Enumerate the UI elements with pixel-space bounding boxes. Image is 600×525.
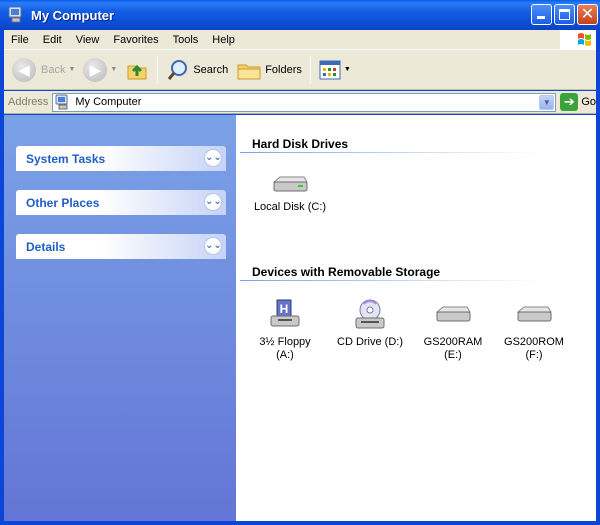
drive-gs200rom-f[interactable]: GS200ROM (F:): [499, 298, 569, 362]
back-dropdown-icon[interactable]: ▼: [68, 66, 75, 73]
task-group-details[interactable]: Details ⌄⌄: [16, 234, 226, 259]
drive-label: GS200ROM: [504, 336, 564, 348]
drive-label: CD Drive (D:): [337, 336, 403, 348]
forward-arrow-icon: ▶: [83, 57, 108, 82]
up-button[interactable]: [121, 53, 153, 87]
removable-drive-icon: [435, 306, 471, 322]
back-button[interactable]: ◀ Back ▼: [8, 53, 79, 87]
go-arrow-icon: ➔: [560, 93, 579, 111]
task-pane: System Tasks ⌄⌄ Other Places ⌄⌄ Details …: [4, 115, 236, 521]
removable-drive-icon: [516, 306, 552, 322]
search-button[interactable]: Search: [162, 53, 232, 87]
toolbar-separator: [309, 55, 311, 84]
standard-toolbar: ◀ Back ▼ ▶ ▼ Search Folders ▼: [4, 50, 596, 90]
folders-label: Folders: [265, 63, 302, 76]
search-label: Search: [193, 63, 229, 76]
minimize-icon: [537, 16, 545, 19]
svg-text:H: H: [280, 302, 289, 316]
go-button[interactable]: ➔ Go: [560, 93, 596, 111]
task-group-label: Details: [26, 239, 66, 254]
window-controls: ✕: [531, 4, 598, 25]
section-divider: [240, 280, 540, 281]
drive-label: 3½ Floppy: [259, 336, 311, 348]
window-title: My Computer: [31, 7, 115, 23]
views-icon: [319, 60, 341, 79]
task-group-label: Other Places: [26, 195, 100, 210]
drive-label: GS200RAM: [423, 336, 483, 348]
task-group-system-tasks[interactable]: System Tasks ⌄⌄: [16, 146, 226, 171]
menu-file[interactable]: File: [4, 34, 36, 46]
menu-bar: File Edit View Favorites Tools Help: [4, 30, 596, 50]
menu-help[interactable]: Help: [205, 34, 242, 46]
back-arrow-icon: ◀: [12, 57, 36, 82]
address-value: My Computer: [75, 96, 142, 108]
my-computer-icon: [55, 94, 68, 110]
address-dropdown-icon[interactable]: ▼: [539, 94, 555, 110]
address-input[interactable]: My Computer ▼: [52, 92, 557, 112]
menu-tools[interactable]: Tools: [166, 34, 206, 46]
hard-disk-icon: [272, 176, 308, 192]
task-group-other-places[interactable]: Other Places ⌄⌄: [16, 190, 226, 215]
drive-local-disk-c[interactable]: Local Disk (C:): [250, 173, 330, 214]
folders-icon: [237, 64, 261, 79]
maximize-icon: [559, 9, 570, 20]
folder-up-icon: [127, 64, 147, 79]
maximize-button[interactable]: [554, 4, 575, 25]
drive-cd-d[interactable]: CD Drive (D:): [330, 298, 410, 349]
close-icon: ✕: [580, 6, 595, 23]
content-pane: Hard Disk Drives Local Disk (C:) Devices…: [236, 115, 596, 521]
search-icon: [168, 59, 188, 80]
task-group-label: System Tasks: [26, 151, 106, 166]
drive-label: Local Disk (C:): [253, 201, 327, 213]
address-label: Address: [8, 96, 49, 108]
chevron-down-icon[interactable]: ⌄⌄: [204, 149, 222, 167]
back-label: Back: [41, 63, 66, 76]
chevron-down-icon[interactable]: ⌄⌄: [204, 237, 222, 255]
menu-favorites[interactable]: Favorites: [106, 34, 165, 46]
windows-logo-icon: [560, 30, 596, 50]
minimize-button[interactable]: [531, 4, 552, 25]
views-button[interactable]: ▼: [315, 53, 355, 87]
section-divider: [240, 152, 540, 153]
floppy-drive-icon: H: [270, 299, 300, 327]
drive-gs200ram-e[interactable]: GS200RAM (E:): [418, 298, 488, 362]
menu-edit[interactable]: Edit: [36, 34, 69, 46]
title-bar[interactable]: My Computer ✕: [0, 0, 600, 30]
drive-floppy-a[interactable]: H 3½ Floppy (A:): [250, 298, 320, 362]
forward-button[interactable]: ▶ ▼: [79, 53, 121, 87]
drive-label-letter: (E:): [444, 349, 462, 361]
drive-label-letter: (F:): [525, 349, 543, 361]
drive-label-letter: (A:): [276, 349, 294, 361]
close-button[interactable]: ✕: [577, 4, 598, 25]
section-heading-hard-disks: Hard Disk Drives: [252, 137, 349, 151]
cd-drive-icon: [355, 299, 385, 329]
explorer-window: My Computer ✕ File Edit View Favorites T…: [0, 0, 600, 525]
section-heading-removable: Devices with Removable Storage: [252, 265, 441, 279]
go-label: Go: [581, 96, 596, 108]
menu-view[interactable]: View: [69, 34, 107, 46]
views-dropdown-icon[interactable]: ▼: [344, 66, 351, 73]
forward-dropdown-icon[interactable]: ▼: [110, 66, 117, 73]
toolbar-separator: [157, 55, 159, 84]
my-computer-icon: [8, 6, 22, 23]
folders-button[interactable]: Folders: [232, 53, 306, 87]
address-bar: Address My Computer ▼ ➔ Go: [4, 91, 596, 114]
chevron-down-icon[interactable]: ⌄⌄: [204, 193, 222, 211]
